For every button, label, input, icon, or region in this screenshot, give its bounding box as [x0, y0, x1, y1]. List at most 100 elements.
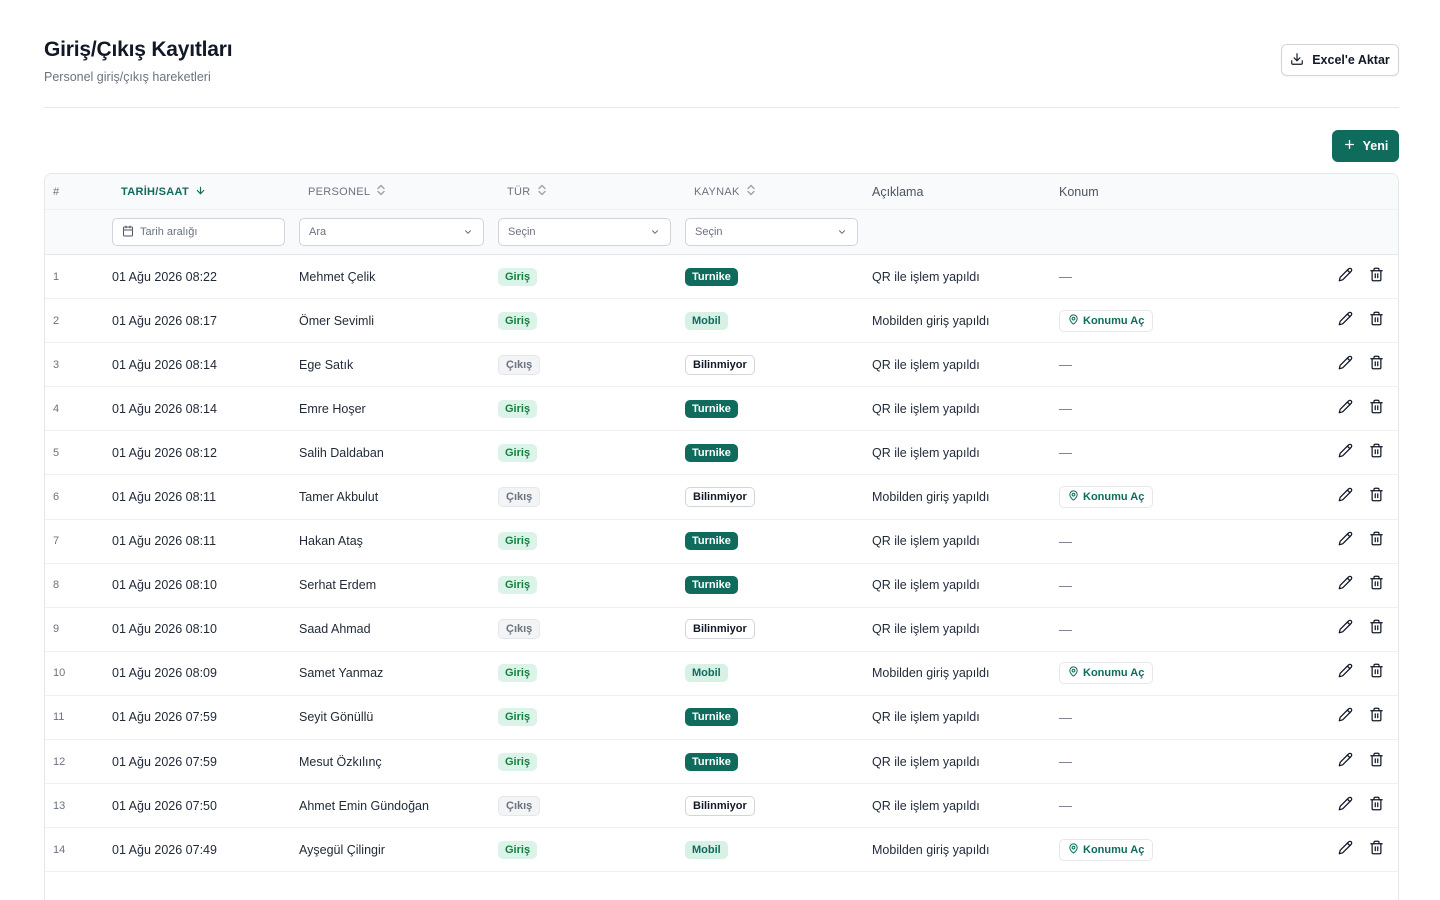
delete-button[interactable] — [1369, 608, 1384, 651]
page-header: Giriş/Çıkış Kayıtları Personel giriş/çık… — [44, 38, 233, 84]
row-datetime: 01 Ağu 2026 08:11 — [112, 534, 217, 549]
row-type: Çıkış — [498, 784, 541, 827]
open-location-button[interactable]: Konumu Aç — [1059, 662, 1154, 685]
table-row: 5 01 Ağu 2026 08:12 Salih Daldaban Giriş… — [45, 431, 1398, 476]
delete-button[interactable] — [1369, 564, 1384, 607]
open-location-label: Konumu Aç — [1083, 843, 1145, 856]
delete-button[interactable] — [1369, 431, 1384, 474]
row-source: Bilinmiyor — [685, 475, 755, 518]
open-location-button[interactable]: Konumu Aç — [1059, 838, 1154, 861]
edit-button[interactable] — [1338, 255, 1353, 298]
row-source: Turnike — [685, 564, 738, 607]
trash-icon — [1369, 311, 1384, 331]
export-label: Excel'e Aktar — [1312, 53, 1390, 67]
pencil-icon — [1338, 752, 1353, 772]
open-location-label: Konumu Aç — [1083, 667, 1145, 680]
type-badge: Giriş — [498, 267, 538, 286]
table-row: 9 01 Ağu 2026 08:10 Saad Ahmad Çıkış Bil… — [45, 608, 1398, 652]
delete-button[interactable] — [1369, 696, 1384, 739]
delete-button[interactable] — [1369, 255, 1384, 298]
delete-button[interactable] — [1369, 343, 1384, 386]
row-description: QR ile işlem yapıldı — [872, 357, 980, 372]
row-source: Mobil — [685, 652, 728, 695]
edit-button[interactable] — [1338, 740, 1353, 783]
delete-button[interactable] — [1369, 387, 1384, 430]
empty-location: — — [1059, 401, 1072, 417]
row-type: Çıkış — [498, 608, 541, 651]
row-type: Giriş — [498, 828, 538, 871]
map-pin-icon — [1068, 314, 1079, 328]
row-description: QR ile işlem yapıldı — [872, 710, 980, 725]
source-badge: Turnike — [685, 267, 738, 286]
row-type: Giriş — [498, 387, 538, 430]
edit-button[interactable] — [1338, 828, 1353, 871]
export-excel-button[interactable]: Excel'e Aktar — [1281, 44, 1399, 76]
delete-button[interactable] — [1369, 784, 1384, 827]
open-location-button[interactable]: Konumu Aç — [1059, 486, 1154, 509]
row-location: — — [1059, 740, 1072, 783]
sort-icon — [376, 184, 386, 199]
trash-icon — [1369, 840, 1384, 860]
trash-icon — [1369, 619, 1384, 639]
column-source[interactable]: KAYNAK — [694, 174, 756, 209]
delete-button[interactable] — [1369, 520, 1384, 563]
delete-button[interactable] — [1369, 828, 1384, 871]
row-datetime: 01 Ağu 2026 08:12 — [112, 445, 217, 460]
row-location: Konumu Aç — [1059, 828, 1154, 871]
column-type[interactable]: TÜR — [507, 174, 547, 209]
row-datetime: 01 Ağu 2026 08:14 — [112, 357, 217, 372]
source-badge: Mobil — [685, 664, 728, 683]
row-description: QR ile işlem yapıldı — [872, 622, 980, 637]
map-pin-icon — [1068, 843, 1079, 857]
row-person: Hakan Ataş — [299, 534, 363, 549]
type-badge: Çıkış — [498, 354, 541, 375]
row-description: Mobilden giriş yapıldı — [872, 842, 990, 857]
trash-icon — [1369, 487, 1384, 507]
source-select[interactable]: Seçin — [685, 218, 858, 246]
row-location: Konumu Aç — [1059, 299, 1154, 342]
delete-button[interactable] — [1369, 475, 1384, 518]
edit-button[interactable] — [1338, 431, 1353, 474]
edit-button[interactable] — [1338, 475, 1353, 518]
edit-button[interactable] — [1338, 564, 1353, 607]
edit-button[interactable] — [1338, 520, 1353, 563]
person-search-select[interactable]: Ara — [299, 218, 484, 246]
pencil-icon — [1338, 707, 1353, 727]
sort-icon — [537, 184, 547, 199]
row-datetime: 01 Ağu 2026 07:50 — [112, 798, 217, 813]
row-index: 14 — [53, 843, 66, 856]
open-location-button[interactable]: Konumu Aç — [1059, 309, 1154, 332]
edit-button[interactable] — [1338, 652, 1353, 695]
column-person[interactable]: PERSONEL — [308, 174, 386, 209]
source-badge: Turnike — [685, 532, 738, 551]
date-range-filter[interactable]: Tarih aralığı — [112, 218, 285, 246]
trash-icon — [1369, 399, 1384, 419]
type-select[interactable]: Seçin — [498, 218, 671, 246]
source-badge: Bilinmiyor — [685, 487, 755, 508]
new-record-button[interactable]: Yeni — [1332, 130, 1399, 162]
row-location: Konumu Aç — [1059, 475, 1154, 518]
row-source: Turnike — [685, 387, 738, 430]
edit-button[interactable] — [1338, 387, 1353, 430]
delete-button[interactable] — [1369, 299, 1384, 342]
column-index: # — [53, 185, 60, 198]
edit-button[interactable] — [1338, 608, 1353, 651]
edit-button[interactable] — [1338, 784, 1353, 827]
column-datetime[interactable]: TARİH/SAAT — [121, 174, 206, 209]
pencil-icon — [1338, 487, 1353, 507]
edit-button[interactable] — [1338, 343, 1353, 386]
delete-button[interactable] — [1369, 740, 1384, 783]
row-type: Çıkış — [498, 343, 541, 386]
edit-button[interactable] — [1338, 299, 1353, 342]
row-location: — — [1059, 431, 1072, 474]
delete-button[interactable] — [1369, 652, 1384, 695]
row-description: QR ile işlem yapıldı — [872, 401, 980, 416]
row-datetime: 01 Ağu 2026 08:10 — [112, 578, 217, 593]
table-header: # TARİH/SAAT PERSONEL TÜR KAYNAK Açıklam… — [45, 174, 1398, 210]
row-index: 10 — [53, 667, 66, 680]
pencil-icon — [1338, 796, 1353, 816]
source-badge: Bilinmiyor — [685, 354, 755, 375]
table-row: 12 01 Ağu 2026 07:59 Mesut Özkılınç Giri… — [45, 740, 1398, 785]
source-badge: Turnike — [685, 576, 738, 595]
edit-button[interactable] — [1338, 696, 1353, 739]
